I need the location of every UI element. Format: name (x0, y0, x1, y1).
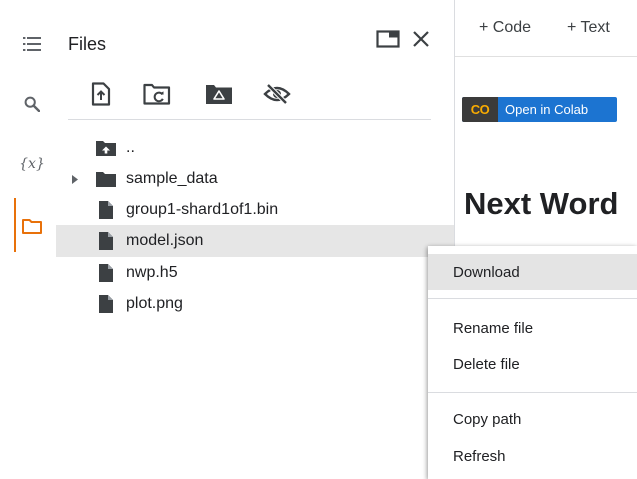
refresh-folder-icon[interactable] (140, 78, 174, 110)
files-toolbar-divider (68, 119, 431, 120)
file-context-menu: Download Rename file Delete file Copy pa… (428, 246, 637, 479)
tree-item-label: plot.png (126, 295, 183, 312)
tree-item-label: model.json (126, 232, 204, 249)
file-icon (94, 230, 118, 252)
colab-window: {x} Files .. sample_data group1-shard1of… (0, 0, 637, 479)
menu-item-download[interactable]: Download (428, 254, 637, 290)
file-icon (94, 199, 118, 221)
colab-logo-icon: CO (462, 97, 498, 122)
files-panel-title: Files (68, 34, 107, 54)
expand-arrow-icon[interactable] (70, 173, 80, 185)
notebook-heading: Next Word (464, 186, 619, 221)
activity-rail: {x} (0, 0, 56, 479)
tree-item-model-json[interactable]: model.json (56, 225, 454, 257)
tree-item-sample-data[interactable]: sample_data (56, 163, 454, 195)
variables-label: {x} (19, 156, 45, 172)
menu-item-refresh[interactable]: Refresh (428, 438, 637, 474)
tree-item-nwp-h5[interactable]: nwp.h5 (56, 257, 454, 289)
menu-separator (428, 298, 637, 299)
tree-item-label: nwp.h5 (126, 264, 178, 281)
tree-item-plot-png[interactable]: plot.png (56, 288, 454, 320)
menu-item-delete-file[interactable]: Delete file (428, 346, 637, 382)
add-code-button[interactable]: + Code (479, 19, 531, 37)
open-in-colab-badge[interactable]: CO Open in Colab (462, 97, 617, 122)
folder-icon[interactable] (14, 198, 50, 252)
folder-icon (94, 168, 118, 190)
tree-item-label: group1-shard1of1.bin (126, 201, 279, 218)
parent-folder-icon (94, 137, 118, 159)
menu-item-copy-path[interactable]: Copy path (428, 401, 637, 437)
tree-item-group1-shard[interactable]: group1-shard1of1.bin (56, 194, 454, 226)
tree-item-parent[interactable]: .. (56, 132, 454, 164)
open-in-tab-icon[interactable] (374, 26, 402, 52)
variables-icon[interactable]: {x} (14, 146, 50, 182)
hide-files-icon[interactable] (260, 78, 294, 110)
mount-drive-icon[interactable] (202, 78, 236, 110)
notebook-toolbar-divider (455, 56, 637, 57)
tree-item-label: .. (126, 139, 135, 156)
add-text-button[interactable]: + Text (567, 19, 610, 37)
files-panel: Files .. sample_data group1-shard1of1.bi… (56, 0, 454, 479)
file-icon (94, 293, 118, 315)
toc-icon[interactable] (14, 26, 50, 62)
menu-separator (428, 392, 637, 393)
close-icon[interactable] (408, 26, 434, 52)
colab-badge-text: Open in Colab (505, 102, 589, 117)
menu-item-rename-file[interactable]: Rename file (428, 310, 637, 346)
upload-file-icon[interactable] (84, 78, 118, 110)
file-icon (94, 262, 118, 284)
search-icon[interactable] (14, 86, 50, 122)
tree-item-label: sample_data (126, 170, 218, 187)
